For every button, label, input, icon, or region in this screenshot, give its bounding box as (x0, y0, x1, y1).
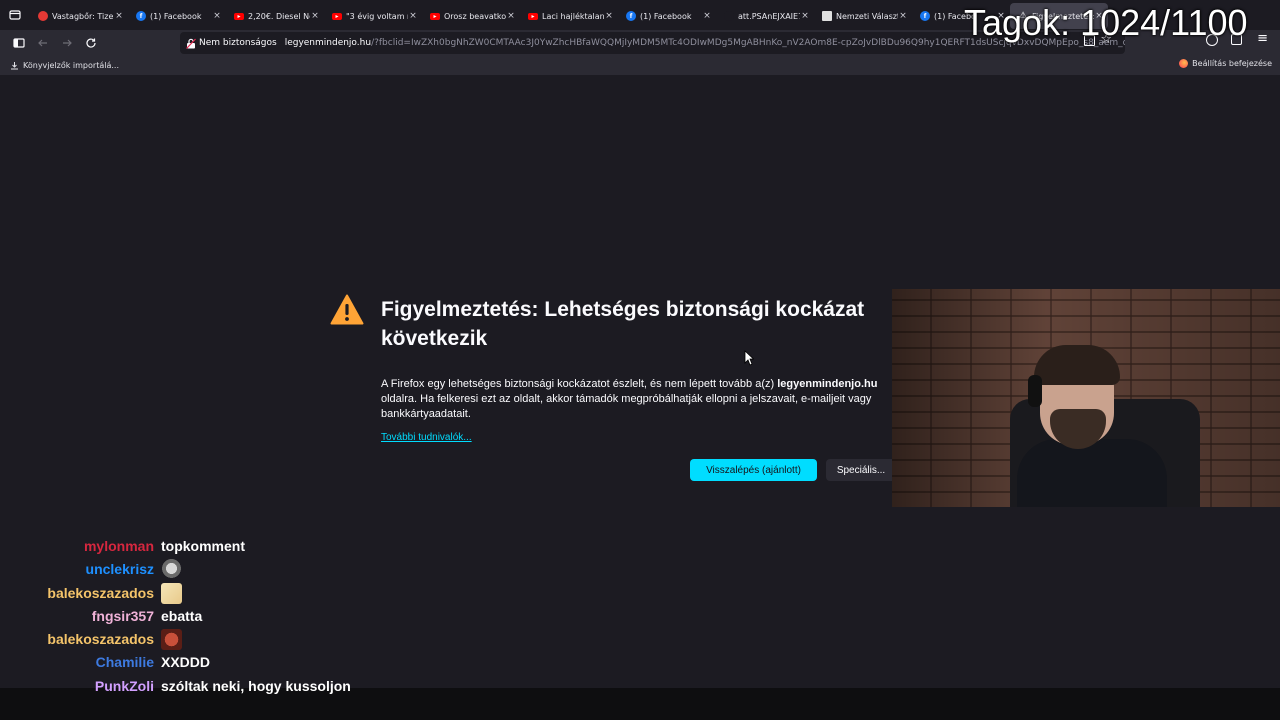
arrow-left-icon (38, 39, 47, 47)
close-tab-icon[interactable]: × (408, 11, 418, 21)
warning-icon (330, 294, 364, 325)
tab[interactable]: ▸ Laci hajléktalans × (520, 3, 618, 29)
chat-username: balekoszazados (47, 584, 154, 601)
chat-message: balekoszazados (0, 582, 600, 606)
browser-window: Vastagbőr: Tizenö×f(1) Facebook×▸2,20€. … (0, 0, 1280, 720)
reload-icon (86, 38, 96, 48)
forward-button[interactable] (56, 32, 78, 54)
tab-list-button[interactable] (0, 0, 30, 30)
youtube-favicon-icon: ▸ (528, 12, 538, 20)
tab-title: Laci hajléktalans (542, 11, 604, 21)
finish-setup-label: Beállítás befejezése (1192, 59, 1272, 68)
blank-favicon-icon (724, 11, 734, 21)
import-bookmarks-item[interactable]: Könyvjelzők importálá... (10, 61, 119, 70)
close-tab-icon[interactable]: × (604, 11, 614, 21)
chat-message: mylonman topkomment (0, 536, 600, 559)
broken-lock-icon (186, 38, 196, 49)
vastagbor-favicon-icon (38, 11, 48, 21)
chat-text: XXDDD (161, 654, 211, 671)
chat-message: balekoszazados (0, 629, 600, 652)
tab-list-icon (9, 10, 21, 20)
tab[interactable]: ▸ Orosz beavatko × (422, 3, 520, 29)
facebook-favicon-icon: f (626, 11, 636, 21)
bookmarks-toolbar: Könyvjelzők importálá... Beállítás befej… (0, 56, 1280, 75)
chat-message: unclekrisz (0, 559, 600, 582)
error-description: A Firefox egy lehetséges biztonsági kock… (381, 377, 896, 422)
site-security-indicator[interactable]: Nem biztonságos (186, 38, 285, 49)
tab[interactable]: Nemzeti Választ × (814, 3, 912, 29)
tab[interactable]: att.PSAnEJXAIE700iI× (716, 3, 814, 29)
error-description-host: legyenmindenjo.hu (777, 378, 878, 390)
sidebar-icon (13, 38, 25, 48)
anime-emote-icon (161, 582, 182, 604)
tab-title: (1) Facebook (150, 11, 202, 21)
import-bookmarks-label: Könyvjelzők importálá... (23, 61, 119, 70)
chat-username: PunkZoli (94, 677, 154, 694)
face-emote-icon (161, 559, 182, 581)
facebook-favicon-icon: f (920, 11, 930, 21)
close-tab-icon[interactable]: × (212, 11, 222, 21)
chat-username: fngsir357 (91, 607, 154, 624)
close-tab-icon[interactable]: × (114, 11, 124, 21)
error-description-suffix: oldalra. Ha felkeresi ezt az oldalt, akk… (381, 393, 872, 420)
import-icon (11, 62, 18, 70)
nvi-favicon-icon (822, 11, 832, 21)
close-tab-icon[interactable]: × (800, 11, 810, 21)
member-count-overlay: Tagok: 1024/1100 (964, 2, 1248, 43)
youtube-favicon-icon: ▸ (430, 12, 440, 20)
menu-icon[interactable]: ≡ (1257, 31, 1268, 46)
tab[interactable]: Vastagbőr: Tizenö× (30, 3, 128, 29)
tab-title: 2,20€. Diesel Né (248, 11, 310, 21)
reload-button[interactable] (80, 32, 102, 54)
chat-username: Chamilie (95, 654, 154, 671)
headphone (1028, 375, 1042, 407)
tab[interactable]: ▸ "3 évig voltam n × (324, 3, 422, 29)
youtube-favicon-icon: ▸ (332, 12, 342, 20)
tab[interactable]: f (1) Facebook × (618, 3, 716, 29)
tab[interactable]: ▸ 2,20€. Diesel Né × (226, 3, 324, 29)
firefox-logo-icon (1179, 59, 1189, 68)
chat-message: PunkZoli szóltak neki, hogy kussoljon (0, 676, 600, 699)
chat-message: Chamilie XXDDD (0, 652, 600, 675)
learn-more-link[interactable]: További tudnivalók... (381, 432, 472, 443)
sidebar-button[interactable] (8, 32, 30, 54)
finish-setup-item[interactable]: Beállítás befejezése (1179, 59, 1272, 68)
tab-title: att.PSAnEJXAIE700iI (738, 11, 800, 21)
chat-username: mylonman (83, 538, 154, 554)
chat-message: fngsir357 ebatta (0, 606, 600, 629)
chat-text: szóltak neki, hogy kussoljon (161, 677, 351, 694)
arrow-right-icon (63, 39, 72, 47)
close-tab-icon[interactable]: × (702, 11, 712, 21)
streamer-hair (1034, 345, 1120, 385)
close-tab-icon[interactable]: × (506, 11, 516, 21)
back-button[interactable] (32, 32, 54, 54)
tab-title: (1) Facebook (640, 11, 692, 21)
chat-username: balekoszazados (47, 631, 154, 648)
red-face-emote-icon (161, 629, 182, 651)
webcam-overlay (892, 289, 1280, 507)
tab[interactable]: f (1) Facebook × (128, 3, 226, 29)
advanced-button[interactable]: Speciális... (826, 459, 896, 481)
tab-title: Orosz beavatko (444, 11, 506, 21)
error-title: Figyelmeztetés: Lehetséges biztonsági ko… (381, 298, 865, 350)
chat-text: ebatta (161, 607, 203, 624)
chat-text: topkomment (161, 538, 245, 554)
close-tab-icon[interactable]: × (898, 11, 908, 21)
tab-title: Vastagbőr: Tizenö (52, 11, 114, 21)
mouse-cursor-icon (744, 350, 754, 366)
facebook-favicon-icon: f (136, 11, 146, 21)
go-back-button[interactable]: Visszalépés (ajánlott) (690, 459, 817, 481)
youtube-favicon-icon: ▸ (234, 12, 244, 20)
tab-title: "3 évig voltam n (346, 11, 408, 21)
close-tab-icon[interactable]: × (310, 11, 320, 21)
chat-username: unclekrisz (85, 561, 154, 578)
security-label: Nem biztonságos (199, 38, 277, 48)
streamer-body (1017, 439, 1167, 507)
url-host: legyenmindenjo.hu (284, 38, 372, 48)
tab-title: Nemzeti Választ (836, 11, 898, 21)
error-description-prefix: A Firefox egy lehetséges biztonsági kock… (381, 378, 778, 390)
chat-overlay: mylonman topkomment unclekrisz balekoszazad… (0, 536, 600, 699)
